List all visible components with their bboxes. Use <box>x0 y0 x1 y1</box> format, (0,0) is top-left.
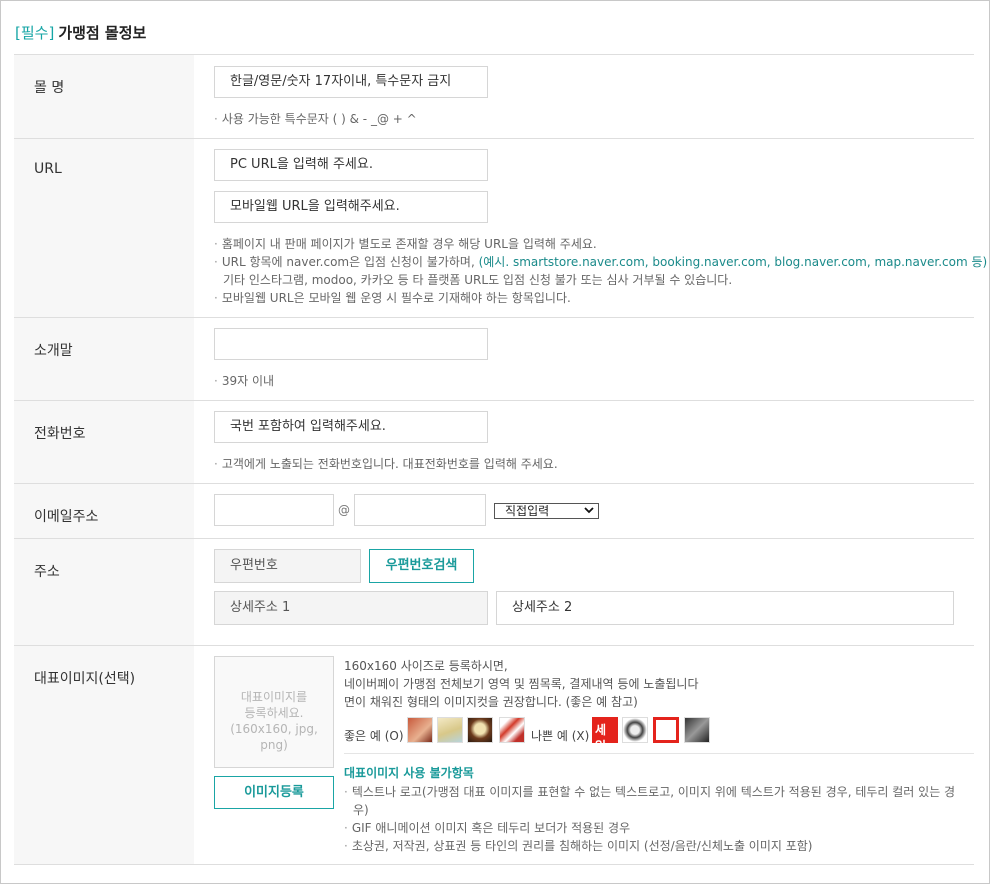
image-desc-3: 면이 채워진 형태의 이미지컷을 권장합니다. (좋은 예 참고) <box>344 695 638 709</box>
image-desc-2: 네이버페이 가맹점 전체보기 영역 및 찜목록, 결제내역 등에 노출됩니다 <box>344 677 699 691</box>
url-note-4: · 모바일웹 URL은 모바일 웹 운영 시 필수로 기재해야 하는 항목입니다. <box>214 291 571 305</box>
row-label-bg: URL <box>14 139 194 317</box>
good-example-image-2 <box>437 717 463 743</box>
row-label-bg: 소개말 <box>14 318 194 400</box>
form-frame: [필수] 가맹점 몰정보 몰 명 한글/영문/숫자 17자이내, 특수문자 금지 … <box>0 0 990 884</box>
email-at-sign: @ <box>338 503 350 517</box>
url-note-1: · 홈페이지 내 판매 페이지가 별도로 존재할 경우 해당 URL을 입력해 주… <box>214 237 597 251</box>
row-label-bg: 전화번호 <box>14 401 194 483</box>
intro-input[interactable] <box>214 328 488 360</box>
row-label-bg: 몰 명 <box>14 55 194 138</box>
good-example-image-4 <box>499 717 525 743</box>
image-register-button[interactable]: 이미지등록 <box>214 776 334 809</box>
label-url: URL <box>34 161 62 177</box>
good-example-image-1 <box>407 717 433 743</box>
label-email: 이메일주소 <box>34 509 99 525</box>
row-label-bg: 이메일주소 <box>14 484 194 538</box>
bad-example-image-1: 세일 <box>592 717 618 753</box>
bad-example-image-3 <box>653 717 679 743</box>
bad-example-image-2 <box>622 717 648 743</box>
restriction-1-cont: 우) <box>353 803 369 817</box>
label-mall-name: 몰 명 <box>34 80 65 96</box>
required-tag: [필수] <box>15 24 55 42</box>
url-note-3: 기타 인스타그램, modoo, 카카오 등 타 플랫폼 URL도 입점 신청 … <box>223 273 733 287</box>
phone-input[interactable]: 국번 포함하여 입력해주세요. <box>214 411 488 443</box>
mobile-url-input[interactable]: 모바일웹 URL을 입력해주세요. <box>214 191 488 223</box>
row-intro: 소개말 <box>14 317 974 400</box>
label-image: 대표이미지(선택) <box>34 671 136 687</box>
email-domain-select[interactable]: 직접입력 <box>494 503 599 519</box>
address-detail-2-input[interactable]: 상세주소 2 <box>496 591 954 625</box>
zipcode-input[interactable]: 우편번호 <box>214 549 361 583</box>
label-address: 주소 <box>34 564 60 580</box>
mall-name-note: · 사용 가능한 특수문자 ( ) & - _@ + ^ <box>214 112 417 126</box>
email-domain-select-value: 직접입력 <box>505 504 550 518</box>
image-desc-1: 160x160 사이즈로 등록하시면, <box>344 659 508 673</box>
row-mall-name: 몰 명 <box>14 54 974 138</box>
url-note-examples: (예시. smartstore.naver.com, booking.naver… <box>478 255 988 269</box>
zipcode-search-button[interactable]: 우편번호검색 <box>369 549 474 583</box>
image-placeholder-box: 대표이미지를 등록하세요. (160x160, jpg, png) <box>214 656 334 768</box>
good-example-label: 좋은 예 (O) <box>344 729 404 743</box>
phone-note: · 고객에게 노출되는 전화번호입니다. 대표전화번호를 입력해 주세요. <box>214 457 558 471</box>
chevron-down-icon <box>584 505 594 520</box>
restriction-2: · GIF 애니메이션 이미지 혹은 테두리 보더가 적용된 경우 <box>344 821 631 835</box>
restriction-title: 대표이미지 사용 불가항목 <box>344 766 474 780</box>
restriction-3: · 초상권, 저작권, 상표권 등 타인의 권리를 침해하는 이미지 (선정/음란… <box>344 839 813 853</box>
label-phone: 전화번호 <box>34 426 86 442</box>
email-local-input[interactable] <box>214 494 334 526</box>
pc-url-input[interactable]: PC URL을 입력해 주세요. <box>214 149 488 181</box>
bad-example-image-4 <box>684 717 710 743</box>
row-label-bg: 대표이미지(선택) <box>14 646 194 864</box>
section-title: [필수] 가맹점 몰정보 <box>15 22 146 43</box>
divider <box>344 753 974 754</box>
restriction-1: · 텍스트나 로고(가맹점 대표 이미지를 표현할 수 없는 텍스트로고, 이미지… <box>344 785 956 799</box>
mall-name-input[interactable]: 한글/영문/숫자 17자이내, 특수문자 금지 <box>214 66 488 98</box>
url-note-2: · URL 항목에 naver.com은 입점 신청이 불가하며, (예시. sm… <box>214 255 988 269</box>
row-label-bg: 주소 <box>14 539 194 645</box>
intro-note: · 39자 이내 <box>214 374 275 388</box>
address-detail-1-input[interactable]: 상세주소 1 <box>214 591 488 625</box>
bad-example-label: 나쁜 예 (X) <box>531 729 590 743</box>
section-title-text: 가맹점 몰정보 <box>58 24 147 42</box>
label-intro: 소개말 <box>34 343 73 359</box>
good-example-image-3 <box>467 717 493 743</box>
email-domain-input[interactable] <box>354 494 486 526</box>
